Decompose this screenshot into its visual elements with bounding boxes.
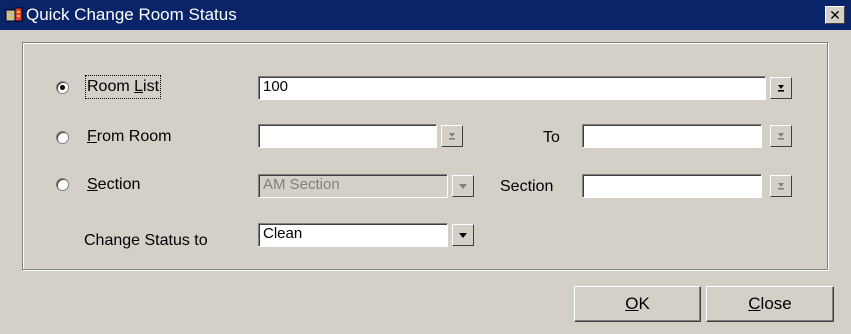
lov-arrow-icon (778, 85, 784, 92)
lov-arrow-icon (778, 133, 784, 140)
lov-arrow-icon (778, 183, 784, 190)
change-status-label: Change Status to (84, 232, 208, 249)
to-room-lov-button[interactable] (770, 125, 792, 147)
room-list-lov-button[interactable] (770, 77, 792, 99)
room-list-input[interactable]: 100 (258, 76, 766, 100)
ok-button[interactable]: OK (574, 286, 701, 322)
section-dropdown-button[interactable] (452, 175, 474, 197)
section-label: Section (500, 178, 554, 195)
quick-change-room-status-dialog: Quick Change Room Status ✕ Room List 100… (0, 0, 851, 334)
room-list-value: 100 (263, 78, 289, 95)
close-button[interactable]: Close (706, 286, 834, 322)
change-status-value: Clean (263, 225, 303, 242)
change-status-select[interactable]: Clean (258, 223, 448, 247)
title-bar: Quick Change Room Status ✕ (0, 0, 851, 30)
window-close-button[interactable]: ✕ (825, 6, 845, 24)
section-lov-button[interactable] (770, 175, 792, 197)
from-room-lov-button[interactable] (441, 125, 463, 147)
hotel-app-icon (5, 7, 23, 22)
radio-selected-dot (60, 85, 65, 90)
from-room-input[interactable] (258, 124, 437, 148)
dropdown-arrow-icon (459, 233, 467, 238)
section-radio-label: Section (87, 176, 141, 193)
section-input[interactable] (582, 174, 762, 198)
to-room-input[interactable] (582, 124, 762, 148)
section-select-value: AM Section (263, 176, 340, 193)
section-select[interactable]: AM Section (258, 174, 448, 198)
window-title: Quick Change Room Status (26, 5, 237, 24)
section-radio[interactable] (56, 178, 69, 191)
to-label: To (543, 129, 560, 146)
from-room-radio[interactable] (56, 131, 69, 144)
change-status-dropdown-button[interactable] (452, 224, 474, 246)
close-icon: ✕ (829, 7, 841, 23)
from-room-label: From Room (87, 128, 172, 145)
room-list-radio[interactable] (56, 81, 69, 94)
lov-arrow-icon (449, 133, 455, 140)
room-list-label: Room List (84, 75, 162, 99)
dropdown-arrow-icon (459, 184, 467, 189)
